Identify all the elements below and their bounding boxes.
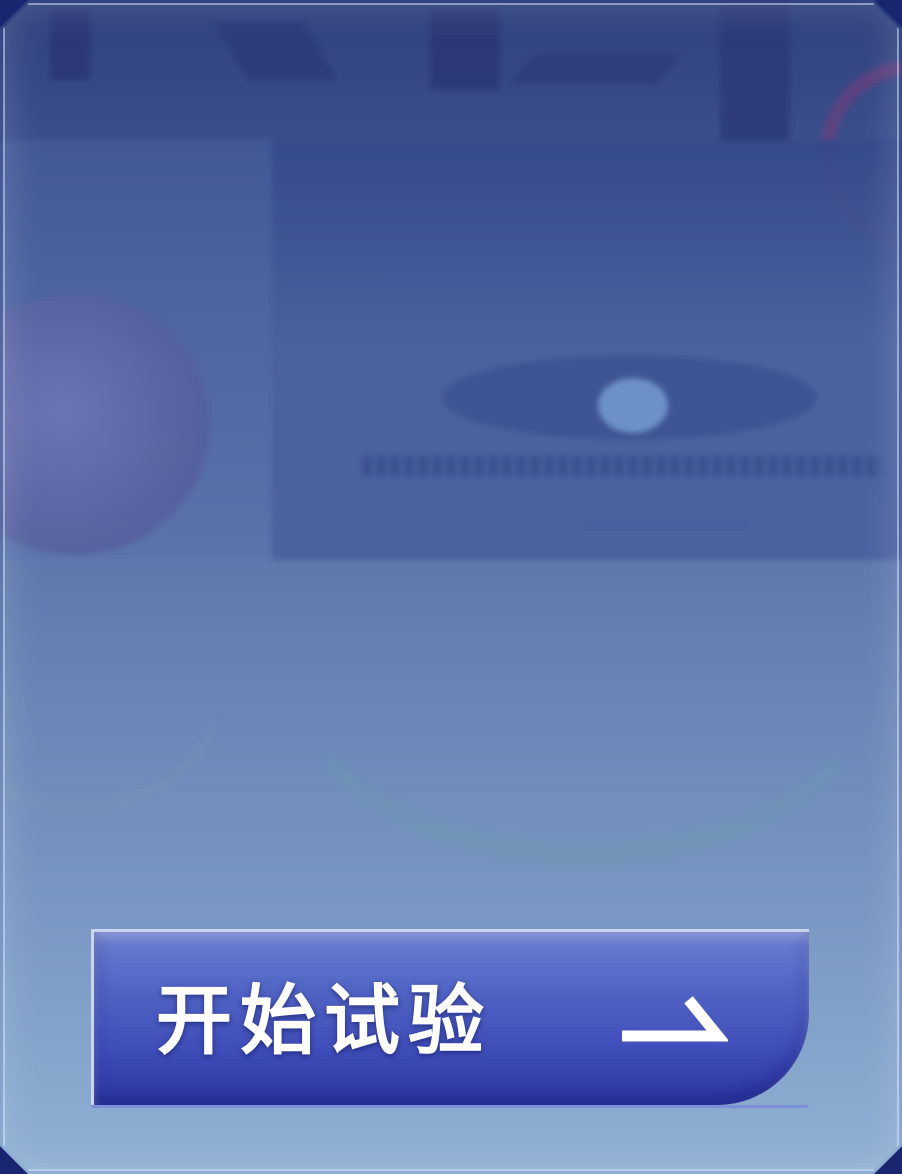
start-button-label: 开始试验 bbox=[156, 976, 492, 1065]
start-experiment-button[interactable]: 开始试验 bbox=[91, 929, 809, 1108]
background-shape bbox=[507, 55, 683, 85]
background-shape bbox=[720, 0, 790, 140]
blurred-sign bbox=[580, 520, 750, 532]
right-arrow-icon bbox=[622, 996, 728, 1042]
globe-icon bbox=[0, 295, 210, 555]
background-screen bbox=[272, 140, 902, 560]
background-shape bbox=[430, 10, 500, 90]
experiment-card: 开始试验 bbox=[0, 0, 902, 1174]
eye-iris-icon bbox=[598, 378, 668, 433]
blurred-sign bbox=[362, 455, 882, 477]
background-arc bbox=[305, 540, 862, 866]
background-shape bbox=[50, 10, 90, 80]
